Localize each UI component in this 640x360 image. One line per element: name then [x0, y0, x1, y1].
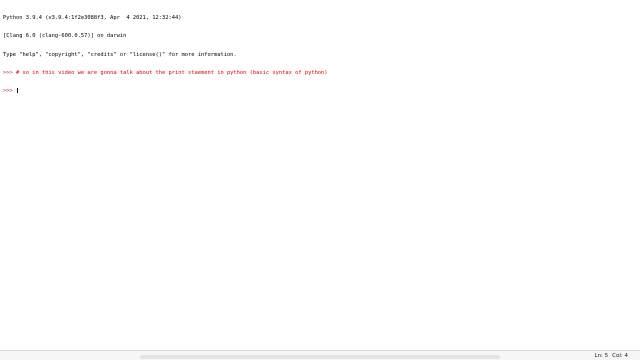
prompt: >>>: [3, 70, 16, 77]
column-number: Col: 4: [612, 353, 628, 359]
status-bar: Ln: 5 Col: 4: [0, 350, 640, 360]
line-number: Ln: 5: [594, 353, 609, 359]
shell-output-area[interactable]: Python 3.9.4 (v3.9.4:1f2e3088f3, Apr 4 2…: [0, 0, 640, 350]
banner-line-3: Type "help", "copyright", "credits" or "…: [3, 51, 237, 58]
comment-text: # so in this video we are gonna talk abo…: [15, 70, 328, 77]
comment-line: >>> # so in this video we are gonna talk…: [3, 70, 640, 76]
text-caret: [16, 88, 18, 94]
current-prompt: >>>: [3, 88, 16, 95]
cursor-position: Ln: 5 Col: 4: [595, 353, 629, 359]
idle-shell-window: Python 3.9.4 (v3.9.4:1f2e3088f3, Apr 4 2…: [0, 0, 640, 360]
horizontal-scrollbar[interactable]: [140, 355, 500, 359]
banner-line-2: [Clang 6.0 (clang-600.0.57)] on darwin: [3, 33, 127, 40]
input-line[interactable]: >>>: [3, 88, 640, 94]
banner-line-1: Python 3.9.4 (v3.9.4:1f2e3088f3, Apr 4 2…: [3, 15, 182, 22]
